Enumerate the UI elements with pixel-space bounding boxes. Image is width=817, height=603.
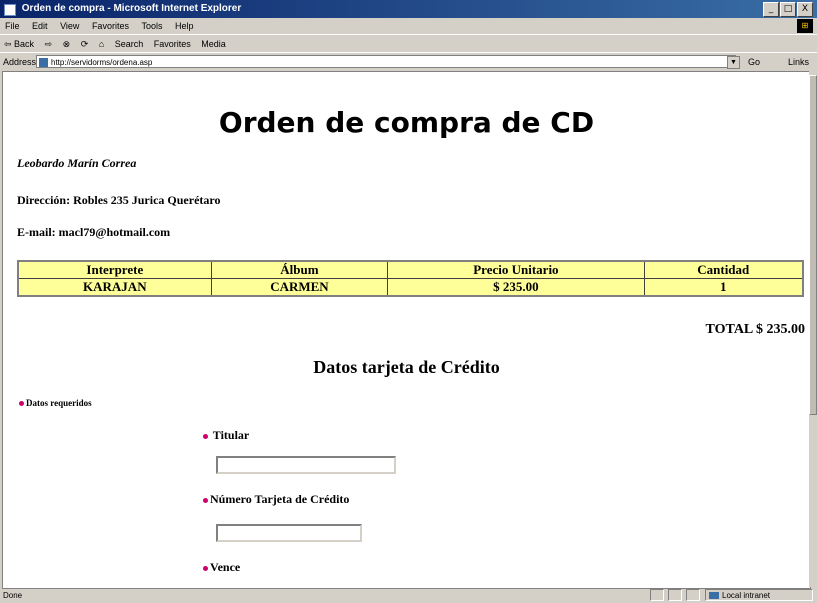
table-row: KARAJAN CARMEN $ 235.00 1: [17, 278, 804, 297]
page-content: Orden de compra de CD Leobardo Marín Cor…: [2, 71, 811, 589]
card-number-input[interactable]: [216, 524, 362, 542]
header-cantidad: Cantidad: [643, 260, 804, 279]
back-button[interactable]: ⇦ Back: [4, 39, 34, 49]
cell-interprete: KARAJAN: [17, 278, 212, 297]
status-segment: [686, 589, 700, 601]
holder-label-text: Titular: [212, 428, 250, 442]
required-bullet-icon: [203, 433, 208, 439]
vertical-scrollbar[interactable]: [809, 71, 817, 587]
close-button[interactable]: X: [797, 2, 813, 17]
stop-button[interactable]: ⊗: [63, 39, 71, 49]
header-precio: Precio Unitario: [387, 260, 645, 279]
required-note-text: Datos requeridos: [26, 398, 92, 408]
customer-address: Dirección: Robles 235 Jurica Querétaro: [17, 193, 221, 207]
forward-button[interactable]: ⇨: [45, 39, 53, 49]
cell-album: CARMEN: [210, 278, 389, 297]
menu-help[interactable]: Help: [175, 21, 194, 31]
required-bullet-icon: [203, 497, 208, 503]
order-table: Interprete Álbum Precio Unitario Cantida…: [17, 260, 804, 297]
home-button[interactable]: ⌂: [99, 39, 104, 49]
table-header-row: Interprete Álbum Precio Unitario Cantida…: [17, 260, 804, 279]
status-text: Done: [3, 591, 23, 600]
status-segment: [668, 589, 682, 601]
card-number-label: Número Tarjeta de Crédito: [203, 492, 349, 507]
go-button[interactable]: Go: [748, 53, 760, 71]
header-album: Álbum: [210, 260, 389, 279]
scrollbar-thumb[interactable]: [809, 75, 817, 415]
holder-input[interactable]: [216, 456, 396, 474]
maximize-button[interactable]: □: [780, 2, 796, 17]
security-zone: Local intranet: [705, 589, 813, 601]
minimize-button[interactable]: _: [763, 2, 779, 17]
expires-label-text: Vence: [210, 560, 241, 574]
address-label: Address: [3, 57, 37, 67]
required-bullet-icon: [203, 565, 208, 571]
cell-precio: $ 235.00: [387, 278, 645, 297]
menu-bar: File Edit View Favorites Tools Help: [0, 18, 817, 34]
required-bullet-icon: [19, 401, 24, 407]
zone-text: Local intranet: [722, 591, 771, 600]
menu-tools[interactable]: Tools: [141, 21, 162, 31]
address-bar: Address http://servidorms/ordena.asp ▼ G…: [0, 52, 817, 71]
menu-file[interactable]: File: [5, 21, 20, 31]
menu-edit[interactable]: Edit: [32, 21, 48, 31]
header-interprete: Interprete: [17, 260, 212, 279]
status-segment: [650, 589, 664, 601]
section-title: Datos tarjeta de Crédito: [313, 357, 500, 377]
customer-name: Leobardo Marín Correa: [17, 156, 137, 170]
intranet-icon: [709, 592, 719, 599]
order-total: TOTAL $ 235.00: [705, 322, 805, 337]
favorites-button[interactable]: Favorites: [154, 39, 191, 49]
windows-logo-icon: ⊞: [797, 19, 813, 33]
page-title: Orden de compra de CD: [218, 106, 595, 139]
status-bar: Done Local intranet: [0, 588, 817, 603]
media-button[interactable]: Media: [201, 39, 226, 49]
window-controls: _ □ X: [763, 2, 813, 17]
ie-icon: [4, 4, 16, 16]
refresh-button[interactable]: ⟳: [81, 39, 89, 49]
menu-favorites[interactable]: Favorites: [92, 21, 129, 31]
cell-cantidad: 1: [643, 278, 804, 297]
toolbar: ⇦ Back ⇨ ⊗ ⟳ ⌂ Search Favorites Media: [0, 34, 817, 53]
required-note: Datos requeridos: [19, 398, 92, 408]
address-input[interactable]: http://servidorms/ordena.asp: [36, 55, 736, 68]
page-icon: [39, 58, 48, 67]
window-title: Orden de compra - Microsoft Internet Exp…: [21, 3, 242, 14]
address-url: http://servidorms/ordena.asp: [51, 58, 153, 67]
links-button[interactable]: Links: [788, 53, 809, 71]
menu-view[interactable]: View: [60, 21, 79, 31]
customer-email: E-mail: macl79@hotmail.com: [17, 225, 171, 239]
expires-label: Vence: [203, 560, 240, 575]
holder-label: Titular: [203, 428, 249, 443]
window-titlebar: Orden de compra - Microsoft Internet Exp…: [0, 0, 817, 18]
address-dropdown-icon[interactable]: ▼: [727, 56, 740, 69]
search-button[interactable]: Search: [115, 39, 144, 49]
card-number-label-text: Número Tarjeta de Crédito: [210, 492, 350, 506]
